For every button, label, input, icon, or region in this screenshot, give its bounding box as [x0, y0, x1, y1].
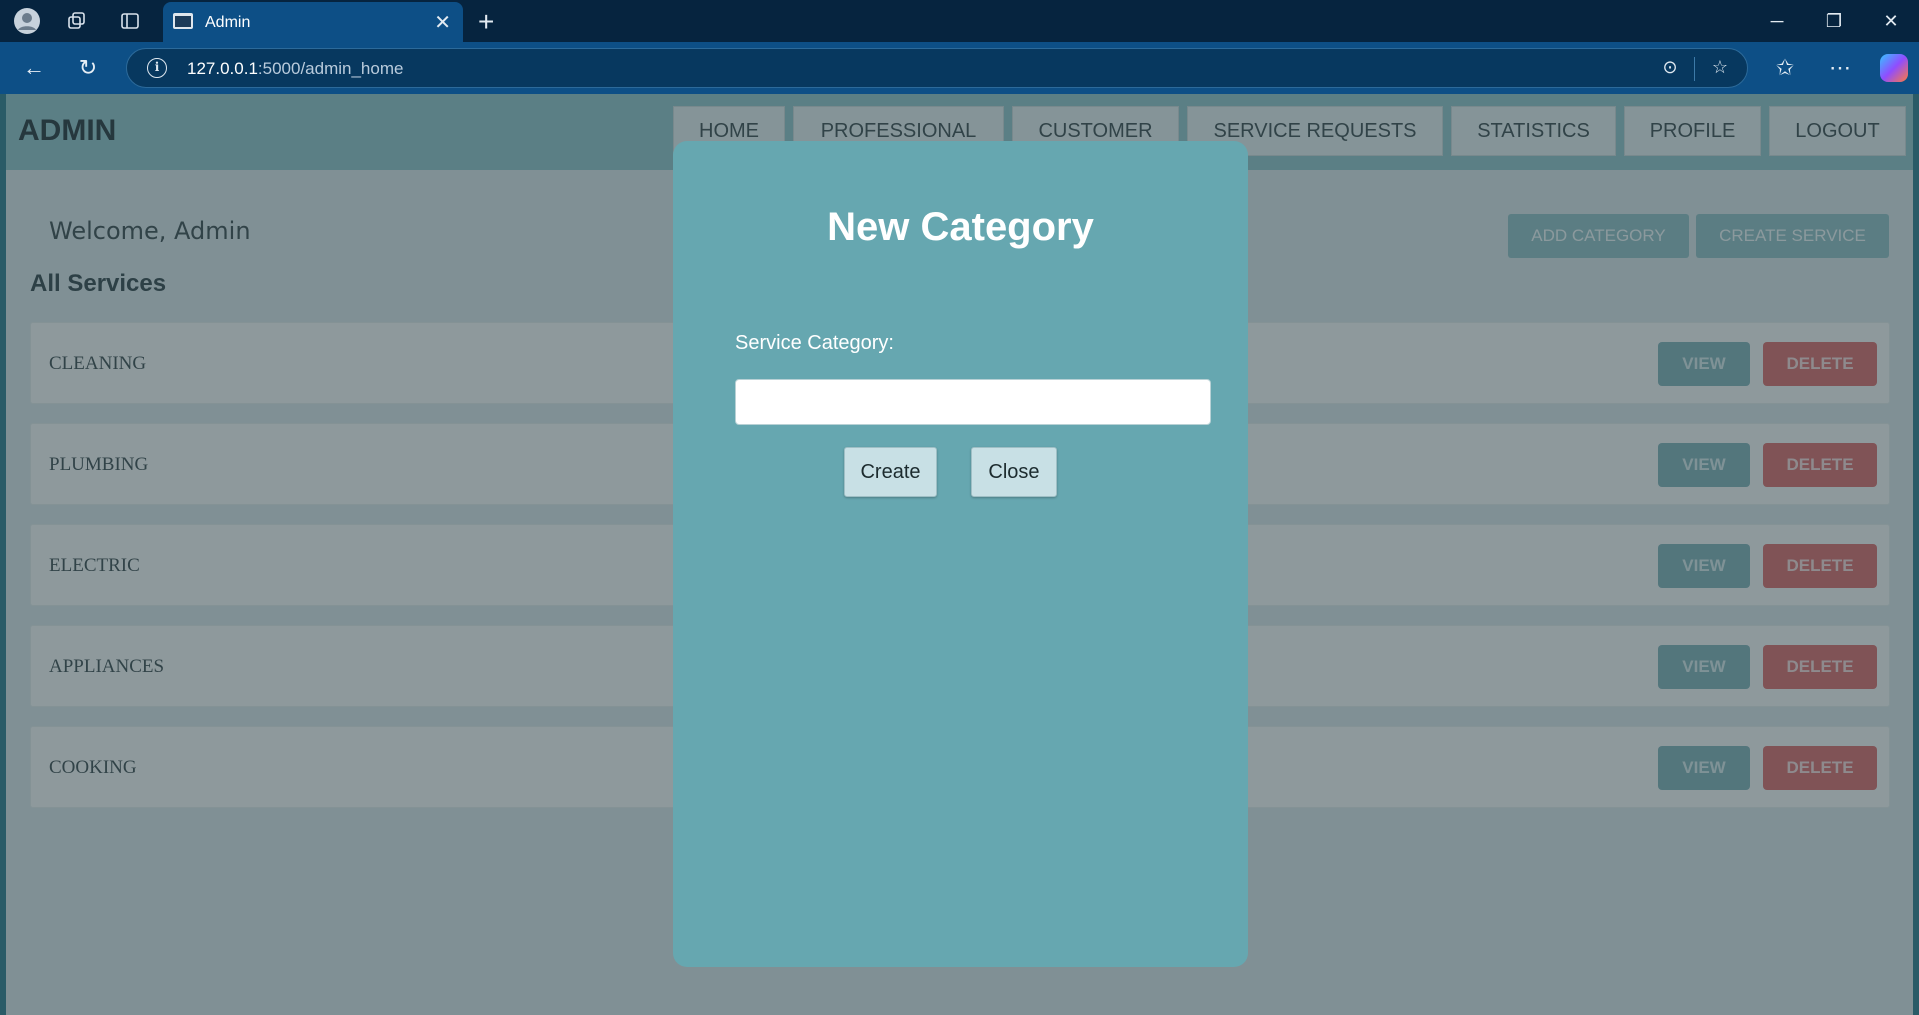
back-arrow-icon[interactable]: ←: [20, 54, 48, 82]
service-category-input[interactable]: [735, 379, 1211, 425]
new-tab-icon[interactable]: +: [478, 6, 494, 38]
favorite-star-icon[interactable]: ☆: [1707, 57, 1733, 81]
reader-icon[interactable]: ⊙: [1657, 57, 1683, 81]
service-category-label: Service Category:: [735, 332, 894, 354]
browser-toolbar: ← ↻ i 127.0.0.1:5000/admin_home ⊙ ☆ ✩ ⋯: [0, 42, 1919, 94]
site-info-icon[interactable]: i: [147, 58, 167, 78]
profile-avatar-icon[interactable]: [14, 8, 40, 34]
minimize-icon[interactable]: ─: [1757, 6, 1797, 36]
url-text[interactable]: 127.0.0.1:5000/admin_home: [187, 59, 403, 79]
modal-title: New Category: [827, 205, 1094, 249]
copilot-icon[interactable]: [1880, 54, 1908, 82]
new-category-modal: New Category Service Category: Create Cl…: [673, 141, 1248, 967]
more-menu-icon[interactable]: ⋯: [1826, 54, 1854, 82]
tab-title: Admin: [205, 14, 251, 31]
url-divider: [1694, 57, 1695, 81]
browser-tab-admin[interactable]: Admin ✕: [163, 2, 463, 42]
create-button[interactable]: Create: [844, 447, 937, 497]
url-path: :5000/admin_home: [257, 59, 404, 78]
tab-actions-icon[interactable]: [117, 8, 143, 34]
close-button[interactable]: Close: [971, 447, 1057, 497]
restore-icon[interactable]: ❐: [1814, 6, 1854, 36]
workspaces-icon[interactable]: [64, 8, 90, 34]
favorites-icon[interactable]: ✩: [1771, 54, 1799, 82]
browser-titlebar: Admin ✕ + ─ ❐ ✕: [0, 0, 1919, 42]
address-bar[interactable]: i 127.0.0.1:5000/admin_home ⊙ ☆: [126, 48, 1748, 88]
window-close-icon[interactable]: ✕: [1871, 6, 1911, 36]
refresh-icon[interactable]: ↻: [74, 54, 102, 82]
url-host: 127.0.0.1: [187, 59, 258, 78]
terminal-favicon-icon: [173, 13, 193, 29]
tab-close-icon[interactable]: ✕: [434, 10, 451, 35]
